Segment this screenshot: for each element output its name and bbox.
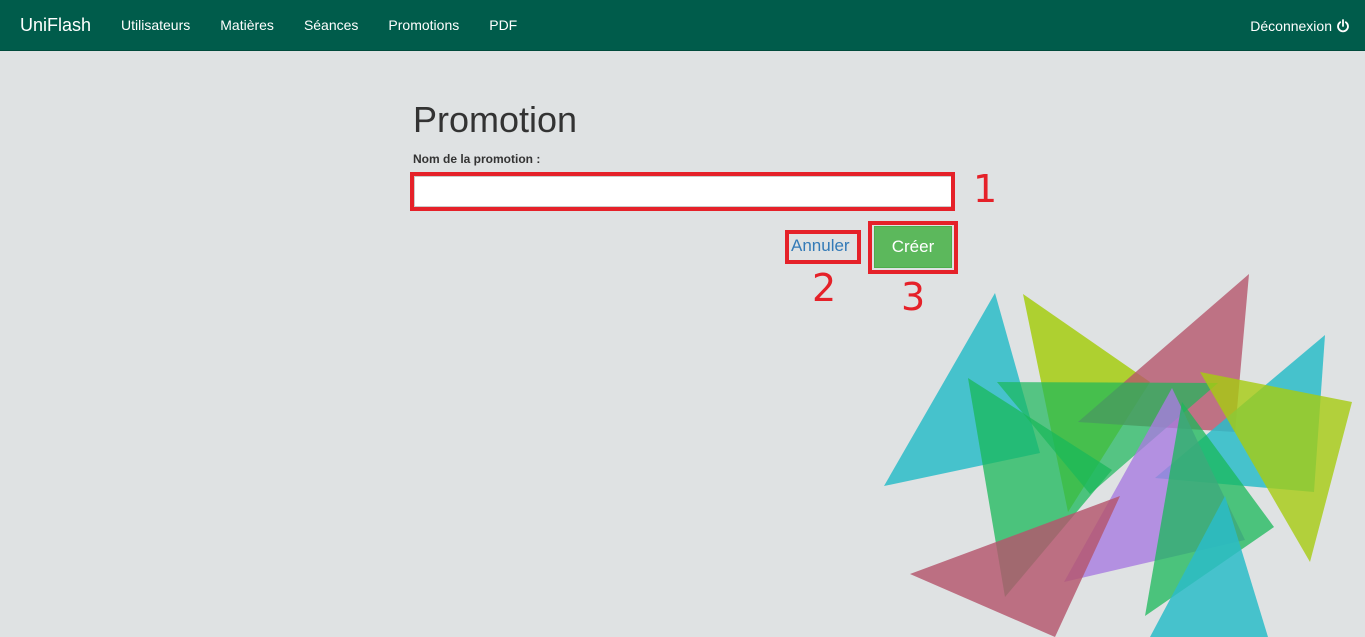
annotation-box-1	[410, 172, 955, 211]
page-title: Promotion	[413, 99, 578, 140]
top-navbar: UniFlash Utilisateurs Matières Séances P…	[0, 0, 1365, 51]
nav-item-seances[interactable]: Séances	[289, 0, 373, 51]
logout-link[interactable]: Déconnexion	[1250, 0, 1350, 51]
nav-item-promotions[interactable]: Promotions	[373, 0, 474, 51]
nav-menu: Utilisateurs Matières Séances Promotions…	[106, 0, 532, 51]
promotion-name-label: Nom de la promotion :	[413, 152, 541, 166]
annotation-number-1: 1	[973, 167, 998, 211]
power-icon	[1337, 18, 1349, 32]
nav-item-pdf[interactable]: PDF	[474, 0, 532, 51]
brand-logo[interactable]: UniFlash	[20, 15, 91, 35]
nav-item-matieres[interactable]: Matières	[205, 0, 289, 51]
annotation-box-2	[785, 230, 861, 264]
decorative-triangles-graphic	[884, 274, 1352, 637]
annotation-number-2: 2	[812, 266, 837, 310]
logout-label: Déconnexion	[1250, 17, 1332, 34]
nav-item-utilisateurs[interactable]: Utilisateurs	[106, 0, 205, 51]
annotation-box-3	[868, 221, 958, 274]
